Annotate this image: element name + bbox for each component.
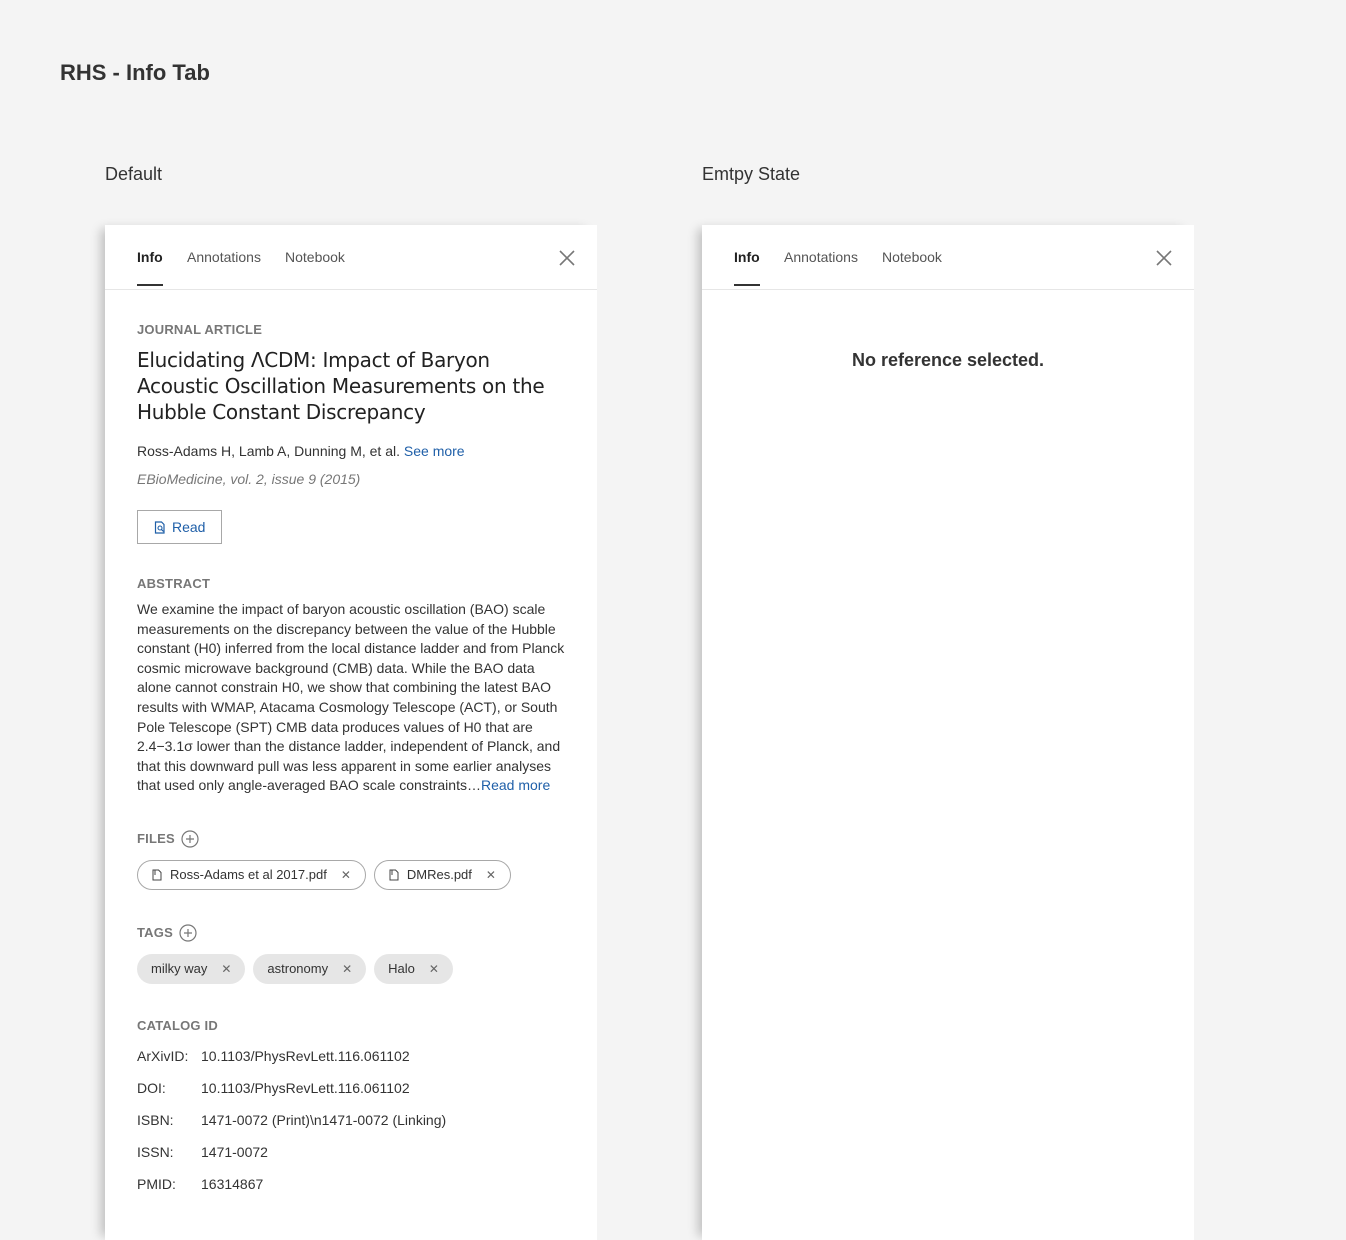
- read-button[interactable]: Read: [137, 510, 223, 544]
- tab-bar: Info Annotations Notebook: [702, 225, 1194, 290]
- tag-chip[interactable]: astronomy ✕: [253, 953, 367, 984]
- tab-notebook[interactable]: Notebook: [882, 249, 942, 285]
- page-title: RHS - Info Tab: [60, 60, 210, 85]
- files-label: FILES: [137, 831, 175, 847]
- tag-name: Halo: [388, 961, 415, 977]
- tab-info[interactable]: Info: [734, 249, 760, 286]
- abstract-text: We examine the impact of baryon acoustic…: [137, 601, 565, 794]
- reference-type: JOURNAL ARTICLE: [137, 322, 263, 337]
- catalog-value: 10.1103/PhysRevLett.116.061102: [201, 1047, 410, 1064]
- catalog-row: ArXivID: 10.1103/PhysRevLett.116.061102: [137, 1048, 565, 1064]
- files-header: FILES: [137, 830, 565, 848]
- remove-x-icon[interactable]: ✕: [342, 962, 352, 976]
- catalog-row: DOI: 10.1103/PhysRevLett.116.061102: [137, 1080, 565, 1096]
- tab-bar: Info Annotations Notebook: [105, 225, 597, 290]
- catalog-key: ArXivID:: [137, 1047, 189, 1064]
- catalog-value: 10.1103/PhysRevLett.116.061102: [201, 1079, 410, 1096]
- info-panel-empty: Info Annotations Notebook No reference s…: [702, 225, 1194, 1240]
- article-title: Elucidating ΛCDM: Impact of Baryon Acous…: [137, 348, 545, 424]
- file-icon: [389, 869, 399, 881]
- variant-label-default: Default: [105, 164, 163, 184]
- file-chip[interactable]: Ross-Adams et al 2017.pdf ✕: [137, 859, 366, 890]
- remove-x-icon[interactable]: ✕: [221, 962, 231, 976]
- tab-annotations[interactable]: Annotations: [784, 249, 858, 285]
- read-button-label: Read: [172, 519, 206, 535]
- close-icon[interactable]: [559, 250, 575, 266]
- catalog-label: CATALOG ID: [137, 1017, 218, 1033]
- file-chip[interactable]: DMRes.pdf ✕: [373, 859, 511, 890]
- catalog-key: PMID:: [137, 1175, 176, 1192]
- variant-label-empty: Emtpy State: [702, 164, 801, 184]
- see-more-link[interactable]: See more: [404, 443, 465, 459]
- catalog-row: ISBN: 1471-0072 (Print)\n1471-0072 (Link…: [137, 1112, 565, 1128]
- tab-annotations[interactable]: Annotations: [187, 249, 261, 285]
- remove-x-icon[interactable]: ✕: [486, 868, 496, 882]
- add-file-icon[interactable]: [181, 830, 199, 848]
- catalog-row: ISSN: 1471-0072: [137, 1144, 565, 1160]
- read-more-link[interactable]: Read more: [481, 777, 550, 793]
- tab-info[interactable]: Info: [137, 249, 163, 286]
- abstract-label: ABSTRACT: [137, 576, 211, 591]
- catalog-key: DOI:: [137, 1079, 166, 1096]
- add-tag-icon[interactable]: [179, 924, 197, 942]
- info-panel-default: Info Annotations Notebook JOURNAL ARTICL…: [105, 225, 597, 1240]
- tag-name: milky way: [151, 961, 208, 977]
- tags-label: TAGS: [137, 925, 173, 941]
- tag-list: milky way ✕ astronomy ✕ Halo ✕: [137, 953, 565, 984]
- citation: EBioMedicine, vol. 2, issue 9 (2015): [137, 471, 361, 487]
- tag-chip[interactable]: Halo ✕: [374, 953, 453, 984]
- tag-name: astronomy: [267, 961, 329, 977]
- file-name: Ross-Adams et al 2017.pdf: [170, 867, 327, 883]
- catalog-key: ISBN:: [137, 1111, 174, 1128]
- tags-header: TAGS: [137, 924, 565, 942]
- document-read-icon: [154, 520, 165, 534]
- authors-text: Ross-Adams H, Lamb A, Dunning M, et al.: [137, 443, 400, 459]
- tab-notebook[interactable]: Notebook: [285, 249, 345, 285]
- authors: Ross-Adams H, Lamb A, Dunning M, et al. …: [137, 443, 565, 459]
- catalog-value: 1471-0072: [201, 1143, 268, 1160]
- file-icon: [152, 869, 162, 881]
- remove-x-icon[interactable]: ✕: [341, 868, 351, 882]
- catalog-key: ISSN:: [137, 1143, 174, 1160]
- file-list: Ross-Adams et al 2017.pdf ✕ DMRes.pdf ✕: [137, 859, 565, 890]
- catalog-value: 16314867: [201, 1175, 264, 1192]
- catalog-value: 1471-0072 (Print)\n1471-0072 (Linking): [201, 1111, 447, 1128]
- remove-x-icon[interactable]: ✕: [429, 962, 439, 976]
- tag-chip[interactable]: milky way ✕: [137, 953, 246, 984]
- catalog-row: PMID: 16314867: [137, 1176, 565, 1192]
- catalog-list: ArXivID: 10.1103/PhysRevLett.116.061102 …: [137, 1048, 565, 1192]
- file-name: DMRes.pdf: [406, 867, 472, 883]
- empty-state-message: No reference selected.: [851, 350, 1045, 370]
- abstract: We examine the impact of baryon acoustic…: [137, 600, 565, 796]
- close-icon[interactable]: [1156, 250, 1172, 266]
